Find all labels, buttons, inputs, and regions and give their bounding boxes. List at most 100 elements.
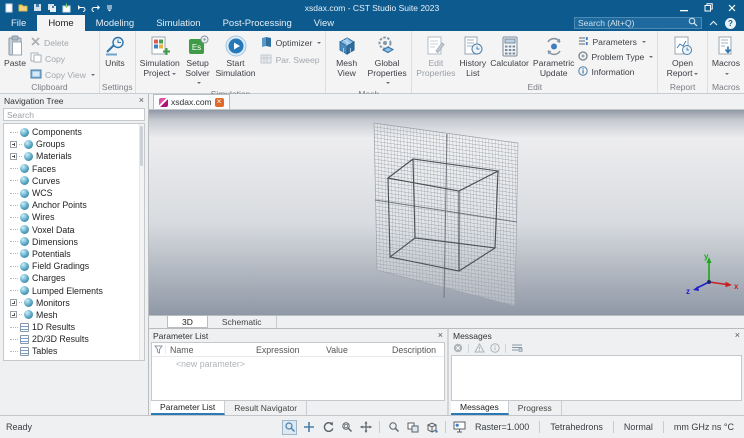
search-icon[interactable] bbox=[688, 17, 698, 29]
global-properties-button[interactable]: Global Properties bbox=[365, 33, 409, 89]
help-icon[interactable]: ? bbox=[725, 17, 736, 29]
tree-item-2d3d-results[interactable]: 2D/3D Results bbox=[4, 333, 144, 345]
open-report-button[interactable]: Open Report bbox=[660, 33, 704, 79]
tree-item-mesh[interactable]: Mesh bbox=[4, 309, 144, 321]
import-icon[interactable] bbox=[62, 3, 71, 13]
tab-close-icon[interactable]: × bbox=[214, 97, 224, 107]
tree-search-input[interactable] bbox=[7, 109, 141, 120]
open-file-icon[interactable] bbox=[18, 3, 28, 12]
tab-file[interactable]: File bbox=[0, 15, 37, 31]
split-view-icon[interactable] bbox=[405, 420, 420, 435]
pick-tool-icon[interactable] bbox=[282, 419, 298, 435]
tab-home[interactable]: Home bbox=[37, 15, 85, 31]
tree-item-faces[interactable]: Faces bbox=[4, 163, 144, 175]
tree-item-components[interactable]: Components bbox=[4, 126, 144, 138]
delete-button[interactable]: Delete bbox=[30, 36, 95, 49]
tree-search[interactable] bbox=[3, 108, 145, 121]
tree-item-anchor-points[interactable]: Anchor Points bbox=[4, 199, 144, 211]
optimizer-button[interactable]: Optimizer bbox=[260, 36, 322, 50]
units-button[interactable]: Units bbox=[102, 33, 128, 70]
undo-icon[interactable] bbox=[76, 3, 86, 12]
status-units[interactable]: mm GHz ns °C bbox=[670, 422, 738, 432]
tree-item-wires[interactable]: Wires bbox=[4, 211, 144, 223]
calculator-button[interactable]: Calculator bbox=[488, 33, 531, 70]
info-filter-icon[interactable] bbox=[490, 342, 500, 355]
3d-viewport[interactable]: y x z bbox=[149, 110, 744, 315]
tab-simulation[interactable]: Simulation bbox=[145, 15, 211, 31]
expand-icon[interactable] bbox=[10, 299, 17, 307]
errors-filter-icon[interactable] bbox=[453, 343, 463, 355]
column-name[interactable]: Name bbox=[166, 345, 252, 355]
tree-scrollbar[interactable] bbox=[139, 124, 144, 360]
close-icon[interactable]: × bbox=[438, 331, 443, 340]
problem-type-button[interactable]: Problem Type bbox=[578, 51, 654, 63]
column-value[interactable]: Value bbox=[322, 345, 388, 355]
tree-item-voxel-data[interactable]: Voxel Data bbox=[4, 224, 144, 236]
pan-tool-icon[interactable] bbox=[358, 420, 373, 435]
tree-item-groups[interactable]: Groups bbox=[4, 138, 144, 150]
mesh-view-button[interactable]: Mesh View bbox=[328, 33, 365, 79]
tree-item-charges[interactable]: Charges bbox=[4, 272, 144, 284]
tab-messages[interactable]: Messages bbox=[451, 401, 509, 415]
tree-item-dimensions[interactable]: Dimensions bbox=[4, 236, 144, 248]
filter-icon[interactable] bbox=[152, 345, 166, 354]
save-all-icon[interactable] bbox=[47, 3, 57, 13]
close-icon[interactable]: × bbox=[735, 331, 740, 340]
information-button[interactable]: Information bbox=[578, 66, 653, 78]
tab-parameter-list[interactable]: Parameter List bbox=[151, 401, 226, 415]
status-quality[interactable]: Normal bbox=[620, 422, 657, 432]
maximize-button[interactable] bbox=[696, 0, 720, 15]
tab-view[interactable]: View bbox=[303, 15, 345, 31]
warnings-filter-icon[interactable] bbox=[474, 342, 485, 355]
start-simulation-button[interactable]: Start Simulation bbox=[213, 33, 257, 79]
parameters-button[interactable]: Parameters bbox=[578, 36, 653, 48]
tree-item-field-gradings[interactable]: Field Gradings bbox=[4, 260, 144, 272]
expand-icon[interactable] bbox=[10, 152, 17, 160]
display-settings-icon[interactable] bbox=[452, 420, 467, 435]
tree-item-monitors[interactable]: Monitors bbox=[4, 297, 144, 309]
rotate-tool-icon[interactable] bbox=[320, 420, 335, 435]
tree-item-tables[interactable]: Tables bbox=[4, 345, 144, 357]
move-tool-icon[interactable] bbox=[301, 420, 316, 435]
expand-icon[interactable] bbox=[10, 140, 17, 148]
column-expression[interactable]: Expression bbox=[252, 345, 322, 355]
save-icon[interactable] bbox=[33, 3, 42, 12]
message-options-icon[interactable] bbox=[511, 343, 523, 354]
parametric-update-button[interactable]: Parametric Update bbox=[531, 33, 577, 79]
tree-item-potentials[interactable]: Potentials bbox=[4, 248, 144, 260]
minimize-button[interactable] bbox=[672, 0, 696, 15]
column-description[interactable]: Description bbox=[388, 345, 444, 355]
paste-button[interactable]: Paste bbox=[2, 33, 28, 70]
tree-item-curves[interactable]: Curves bbox=[4, 175, 144, 187]
tab-result-navigator[interactable]: Result Navigator bbox=[225, 401, 308, 415]
ribbon-search-input[interactable] bbox=[578, 18, 686, 28]
par-sweep-button[interactable]: Par. Sweep bbox=[260, 53, 322, 67]
tab-3d[interactable]: 3D bbox=[167, 316, 208, 328]
tree-item-wcs[interactable]: WCS bbox=[4, 187, 144, 199]
macros-button[interactable]: Macros bbox=[710, 33, 742, 79]
setup-solver-button[interactable]: Es Setup Solver bbox=[182, 33, 214, 89]
simulation-project-button[interactable]: Simulation Project bbox=[138, 33, 182, 79]
tab-schematic[interactable]: Schematic bbox=[208, 316, 277, 328]
history-list-button[interactable]: History List bbox=[457, 33, 488, 79]
edit-properties-button[interactable]: Edit Properties bbox=[414, 33, 457, 79]
status-raster[interactable]: Raster=1.000 bbox=[471, 422, 533, 432]
tree-item-materials[interactable]: Materials bbox=[4, 150, 144, 162]
document-tab[interactable]: xsdax.com × bbox=[153, 94, 230, 109]
zoom-window-icon[interactable] bbox=[339, 420, 354, 435]
close-button[interactable] bbox=[720, 0, 744, 15]
close-icon[interactable]: × bbox=[139, 96, 144, 105]
tree-item-1d-results[interactable]: 1D Results bbox=[4, 321, 144, 333]
ribbon-search[interactable] bbox=[574, 17, 702, 29]
tree-item-lumped-elements[interactable]: Lumped Elements bbox=[4, 284, 144, 296]
copy-view-button[interactable]: Copy View bbox=[30, 68, 95, 81]
new-file-icon[interactable] bbox=[5, 3, 13, 13]
bounding-box-icon[interactable] bbox=[424, 420, 439, 435]
collapse-ribbon-icon[interactable] bbox=[709, 18, 718, 28]
new-parameter-row[interactable]: <new parameter> bbox=[152, 357, 444, 369]
copy-button[interactable]: Copy bbox=[30, 52, 95, 65]
redo-icon[interactable] bbox=[91, 3, 101, 12]
zoom-tool-icon[interactable] bbox=[386, 420, 401, 435]
status-mesh-type[interactable]: Tetrahedrons bbox=[546, 422, 607, 432]
qat-customize-icon[interactable] bbox=[106, 3, 113, 12]
